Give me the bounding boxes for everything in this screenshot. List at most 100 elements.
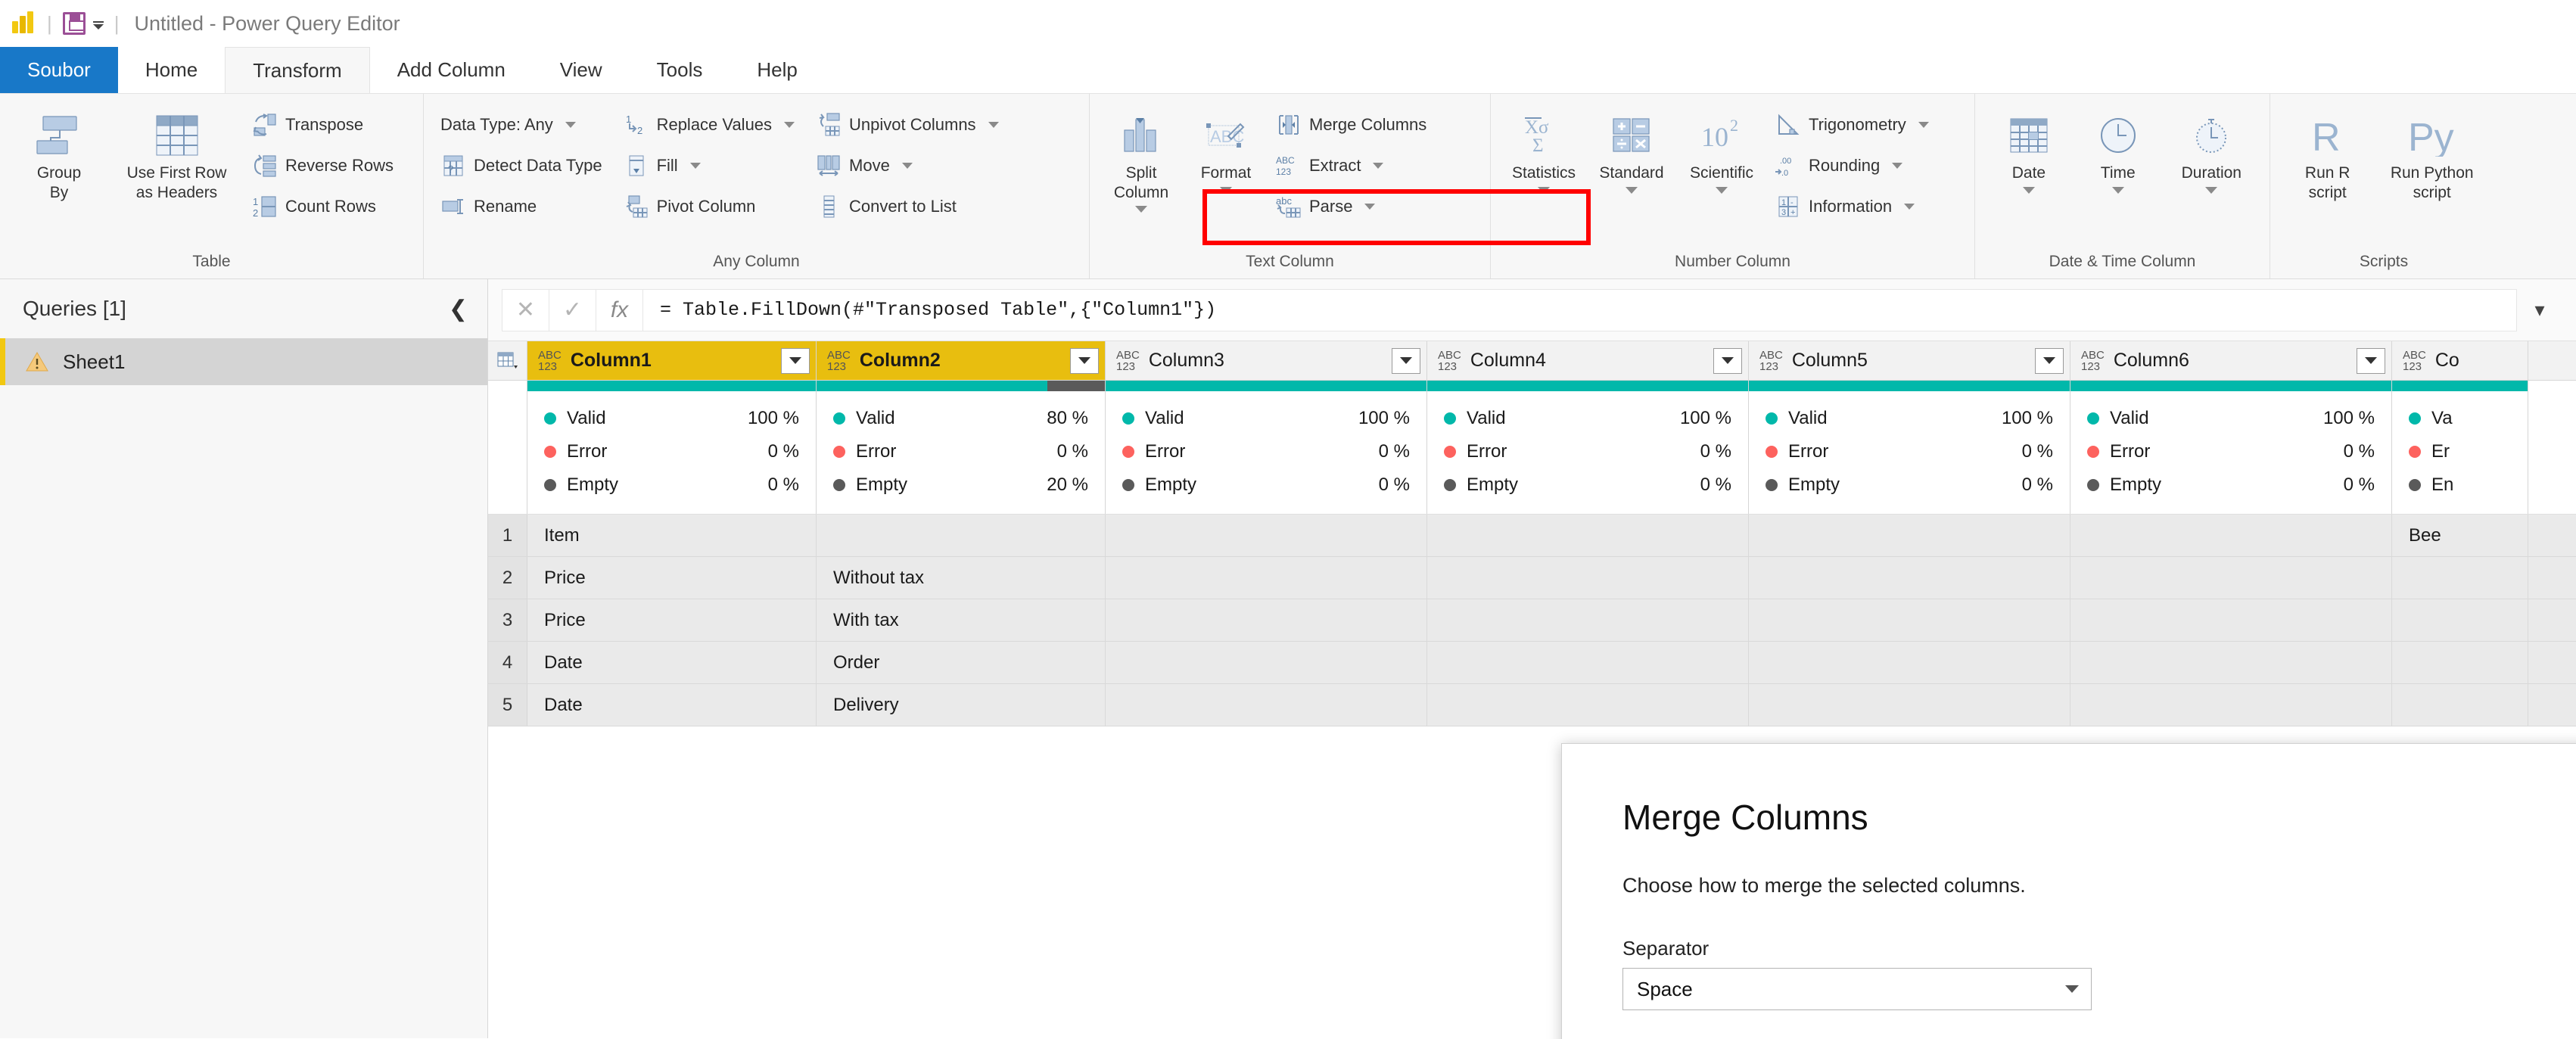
- unpivot-columns-button[interactable]: Unpivot Columns: [810, 106, 1005, 144]
- chevron-down-icon[interactable]: [1626, 186, 1638, 194]
- table-cell[interactable]: [1749, 684, 2070, 726]
- formula-expand-button[interactable]: ▾: [2517, 289, 2562, 331]
- chevron-down-icon[interactable]: [1904, 204, 1915, 210]
- table-cell[interactable]: [1106, 684, 1427, 726]
- table-cell[interactable]: Date: [527, 642, 817, 683]
- column-filter-button[interactable]: [2035, 347, 2064, 374]
- table-cell[interactable]: Order: [817, 642, 1106, 683]
- table-cell[interactable]: [1427, 599, 1749, 641]
- select-all-table-icon[interactable]: [488, 341, 527, 380]
- column-header-column1[interactable]: ABC 123 Column1: [527, 341, 817, 380]
- column-header-column6[interactable]: ABC 123 Column6: [2070, 341, 2392, 380]
- chevron-down-icon[interactable]: [2111, 186, 2124, 194]
- chevron-down-icon[interactable]: [2205, 186, 2218, 194]
- table-cell[interactable]: [1749, 557, 2070, 599]
- table-row[interactable]: 1 Item Bee: [488, 515, 2576, 557]
- table-cell[interactable]: [1106, 557, 1427, 599]
- date-button[interactable]: Date: [1986, 103, 2072, 194]
- scientific-button[interactable]: 10 2 Scientific: [1677, 103, 1766, 194]
- table-cell[interactable]: With tax: [817, 599, 1106, 641]
- chevron-down-icon[interactable]: [1892, 163, 1903, 169]
- table-cell[interactable]: Price: [527, 557, 817, 599]
- information-button[interactable]: 1 3 - + Information: [1769, 188, 1935, 226]
- rename-button[interactable]: Rename: [434, 188, 608, 226]
- chevron-down-icon[interactable]: [1220, 186, 1232, 194]
- table-cell[interactable]: [1106, 642, 1427, 683]
- table-row[interactable]: 5 Date Delivery: [488, 684, 2576, 726]
- table-cell[interactable]: [2070, 642, 2392, 683]
- format-button[interactable]: ABC Format: [1185, 103, 1267, 194]
- sidebar-item-sheet1[interactable]: Sheet1: [0, 338, 487, 385]
- table-cell[interactable]: [1749, 599, 2070, 641]
- column-filter-button[interactable]: [781, 347, 810, 374]
- table-cell[interactable]: [2392, 599, 2528, 641]
- tab-view[interactable]: View: [533, 47, 630, 93]
- chevron-down-icon[interactable]: [1373, 163, 1384, 169]
- table-cell[interactable]: [2392, 684, 2528, 726]
- transpose-button[interactable]: Transpose: [246, 106, 400, 144]
- column-filter-button[interactable]: [1713, 347, 1742, 374]
- convert-to-list-button[interactable]: Convert to List: [810, 188, 1005, 226]
- column-filter-button[interactable]: [1392, 347, 1420, 374]
- table-cell[interactable]: [2070, 599, 2392, 641]
- column-filter-button[interactable]: [1070, 347, 1099, 374]
- standard-button[interactable]: Standard: [1589, 103, 1674, 194]
- table-cell[interactable]: Bee: [2392, 515, 2528, 556]
- table-row[interactable]: 2 Price Without tax: [488, 557, 2576, 599]
- extract-button[interactable]: ABC 123 Extract: [1270, 147, 1433, 185]
- table-cell[interactable]: Price: [527, 599, 817, 641]
- parse-button[interactable]: abc Parse: [1270, 188, 1433, 226]
- table-cell[interactable]: Date: [527, 684, 817, 726]
- chevron-down-icon[interactable]: [784, 122, 795, 128]
- tab-help[interactable]: Help: [730, 47, 824, 93]
- trigonometry-button[interactable]: Trigonometry: [1769, 106, 1935, 144]
- run-python-script-button[interactable]: Py Run Python script: [2377, 103, 2487, 202]
- table-cell[interactable]: [1106, 599, 1427, 641]
- tab-soubor[interactable]: Soubor: [0, 47, 118, 93]
- table-cell[interactable]: [1427, 642, 1749, 683]
- tab-home[interactable]: Home: [118, 47, 225, 93]
- rounding-button[interactable]: .00 .0 Rounding: [1769, 147, 1935, 185]
- table-cell[interactable]: [2392, 557, 2528, 599]
- table-cell[interactable]: [1749, 642, 2070, 683]
- formula-cancel-button[interactable]: ✕: [502, 288, 549, 331]
- chevron-down-icon[interactable]: [1135, 206, 1147, 213]
- column-header-column2[interactable]: ABC 123 Column2: [817, 341, 1106, 380]
- table-cell[interactable]: [1427, 515, 1749, 556]
- pivot-column-button[interactable]: Pivot Column: [618, 188, 801, 226]
- column-header-column5[interactable]: ABC 123 Column5: [1749, 341, 2070, 380]
- move-button[interactable]: Move: [810, 147, 1005, 185]
- table-cell[interactable]: Delivery: [817, 684, 1106, 726]
- chevron-down-icon[interactable]: [1918, 122, 1929, 128]
- chevron-down-icon[interactable]: [2022, 186, 2035, 194]
- chevron-down-icon[interactable]: [901, 163, 913, 169]
- table-cell[interactable]: [1427, 684, 1749, 726]
- chevron-down-icon[interactable]: [988, 122, 999, 128]
- table-cell[interactable]: [1749, 515, 2070, 556]
- statistics-button[interactable]: Xσ Σ Statistics: [1501, 103, 1586, 194]
- table-cell[interactable]: [817, 515, 1106, 556]
- column-header-co[interactable]: ABC 123 Co: [2392, 341, 2528, 380]
- detect-data-type-button[interactable]: ? Detect Data Type: [434, 147, 608, 185]
- table-cell[interactable]: [2070, 515, 2392, 556]
- table-cell[interactable]: Item: [527, 515, 817, 556]
- quick-access-chevron-down-icon[interactable]: [92, 20, 104, 30]
- table-cell[interactable]: [2070, 684, 2392, 726]
- formula-accept-button[interactable]: ✓: [549, 288, 596, 331]
- table-cell[interactable]: [2392, 642, 2528, 683]
- table-cell[interactable]: [2070, 557, 2392, 599]
- tab-transform[interactable]: Transform: [225, 47, 370, 93]
- tab-tools[interactable]: Tools: [630, 47, 730, 93]
- merge-columns-button[interactable]: Merge Columns: [1270, 106, 1433, 144]
- formula-input[interactable]: = Table.FillDown(#"Transposed Table",{"C…: [642, 288, 2517, 331]
- duration-button[interactable]: Duration: [2164, 103, 2259, 194]
- chevron-down-icon[interactable]: [565, 122, 576, 128]
- group-by-button[interactable]: Group By: [11, 103, 107, 202]
- column-header-column3[interactable]: ABC 123 Column3: [1106, 341, 1427, 380]
- reverse-rows-button[interactable]: Reverse Rows: [246, 147, 400, 185]
- chevron-down-icon[interactable]: [1364, 204, 1376, 210]
- save-icon[interactable]: [62, 12, 86, 35]
- column-filter-button[interactable]: [2357, 347, 2385, 374]
- replace-values-button[interactable]: 1 2 Replace Values: [618, 106, 801, 144]
- chevron-down-icon[interactable]: [1538, 186, 1550, 194]
